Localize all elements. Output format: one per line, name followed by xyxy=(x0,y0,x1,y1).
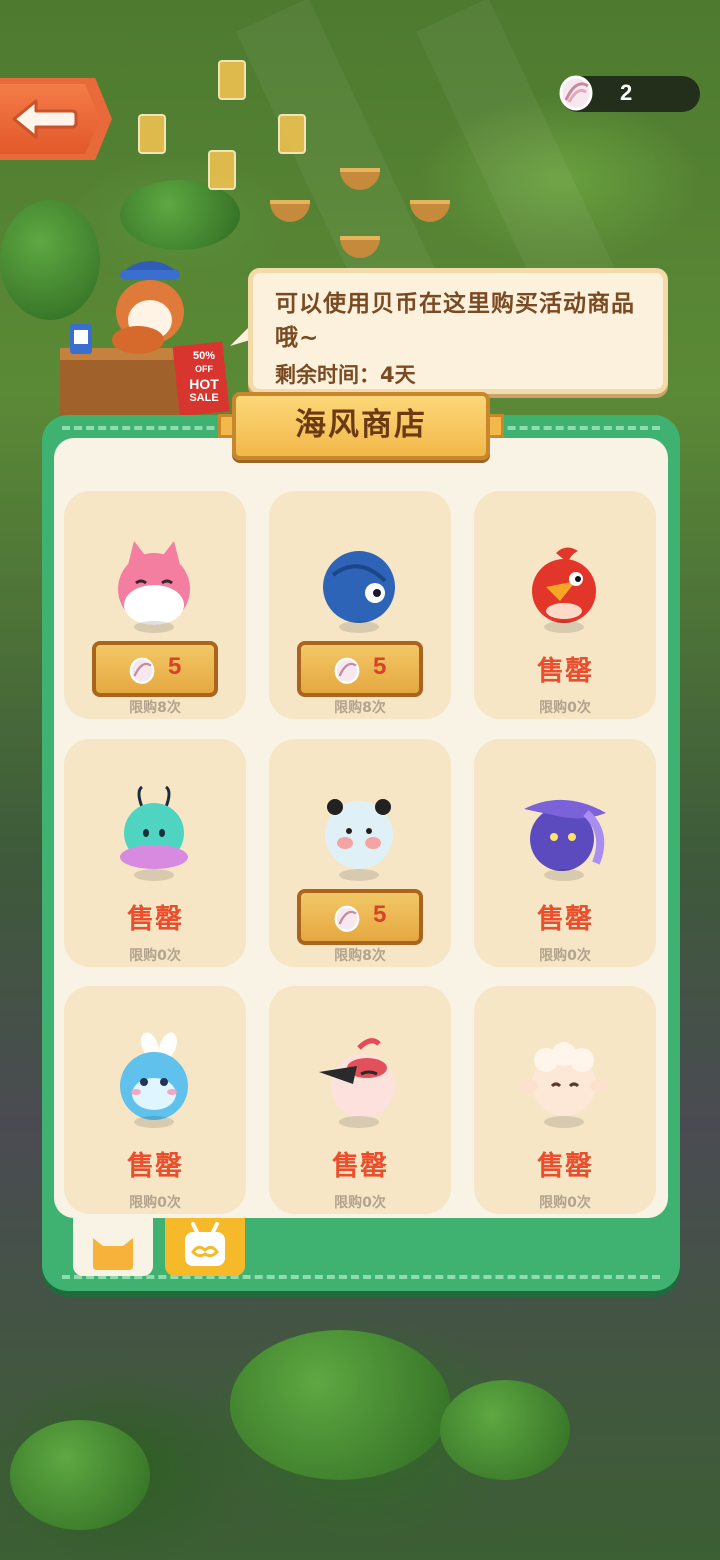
purchase-limit: 限购8次 xyxy=(334,948,386,964)
shop-item-card[interactable]: 5 限购8次 xyxy=(269,739,451,967)
purchase-limit: 限购0次 xyxy=(539,1195,591,1211)
shop-item-card[interactable]: 售罄 限购0次 xyxy=(64,739,246,967)
white-bunny-character-icon xyxy=(120,1032,188,1120)
character-shadow xyxy=(134,869,174,881)
shop-item-card[interactable]: 售罄 限购0次 xyxy=(474,986,656,1214)
purchase-limit: 限购8次 xyxy=(129,700,181,716)
tv-icon xyxy=(185,1222,225,1266)
pink-toucan-character-icon xyxy=(319,1038,395,1118)
panda-character-icon xyxy=(325,799,393,869)
sold-out-label: 售罄 xyxy=(537,904,593,935)
shop-item-card[interactable]: 5 限购8次 xyxy=(64,491,246,719)
purple-witch-character-icon xyxy=(524,799,606,871)
character-shadow xyxy=(544,1116,584,1128)
cat-icon xyxy=(93,1238,133,1270)
sale-sign-hot: HOT xyxy=(189,376,219,392)
character-shadow xyxy=(544,621,584,633)
remaining-time: 剩余时间：4天 xyxy=(275,363,416,387)
sale-sign-off: OFF xyxy=(195,364,213,374)
sheep-character-icon xyxy=(518,1042,610,1116)
purchase-limit: 限购0次 xyxy=(129,948,181,964)
tab-pets[interactable] xyxy=(73,1218,153,1276)
sold-out-label: 售罄 xyxy=(332,1151,388,1182)
sale-sign-percent: 50% xyxy=(192,350,216,362)
shop-item-card[interactable]: 售罄 限购0次 xyxy=(474,491,656,719)
purchase-limit: 限购0次 xyxy=(539,948,591,964)
blue-whale-character-icon xyxy=(323,551,395,623)
shop-item-card[interactable]: 售罄 限购0次 xyxy=(269,986,451,1214)
teal-jellyfish-character-icon xyxy=(120,785,188,869)
price-label: 5 xyxy=(373,653,387,680)
purchase-limit: 限购0次 xyxy=(539,700,591,716)
shop-item-card[interactable]: 5 限购8次 xyxy=(269,491,451,719)
price-label: 5 xyxy=(168,653,182,680)
bubble-message: 可以使用贝币在这里购买活动商品哦~ xyxy=(275,291,635,351)
character-shadow xyxy=(339,1116,379,1128)
sold-out-label: 售罄 xyxy=(537,1151,593,1182)
sold-out-label: 售罄 xyxy=(537,656,593,687)
shell-icon xyxy=(559,75,593,111)
character-shadow xyxy=(339,869,379,881)
sale-sign-sale: SALE xyxy=(189,392,219,404)
shop-item-card[interactable]: 售罄 限购0次 xyxy=(64,986,246,1214)
price-label: 5 xyxy=(373,901,387,928)
purchase-limit: 限购8次 xyxy=(334,700,386,716)
buy-button[interactable]: 5 xyxy=(297,641,423,697)
sold-out-label: 售罄 xyxy=(127,1151,183,1182)
shop-title: 海风商店 xyxy=(232,392,490,460)
character-shadow xyxy=(134,1116,174,1128)
character-shadow xyxy=(134,621,174,633)
shopkeeper-dog xyxy=(60,261,230,418)
shell-icon xyxy=(129,657,155,684)
shell-icon xyxy=(334,905,360,932)
sold-out-label: 售罄 xyxy=(127,904,183,935)
purchase-limit: 限购0次 xyxy=(129,1195,181,1211)
sale-sign: 50% OFF HOT SALE xyxy=(180,346,228,412)
buy-button[interactable]: 5 xyxy=(297,889,423,945)
currency-count: 2 xyxy=(620,80,633,105)
purchase-limit: 限购0次 xyxy=(334,1195,386,1211)
shell-icon xyxy=(334,657,360,684)
character-shadow xyxy=(339,621,379,633)
character-shadow xyxy=(544,869,584,881)
tab-decor[interactable] xyxy=(165,1218,245,1276)
speech-bubble: 可以使用贝币在这里购买活动商品哦~ 剩余时间：4天 xyxy=(248,268,668,394)
pink-fox-character-icon xyxy=(118,541,190,625)
shop-item-card[interactable]: 售罄 限购0次 xyxy=(474,739,656,967)
buy-button[interactable]: 5 xyxy=(92,641,218,697)
red-bird-character-icon xyxy=(532,547,596,623)
back-arrow-icon xyxy=(12,99,78,139)
